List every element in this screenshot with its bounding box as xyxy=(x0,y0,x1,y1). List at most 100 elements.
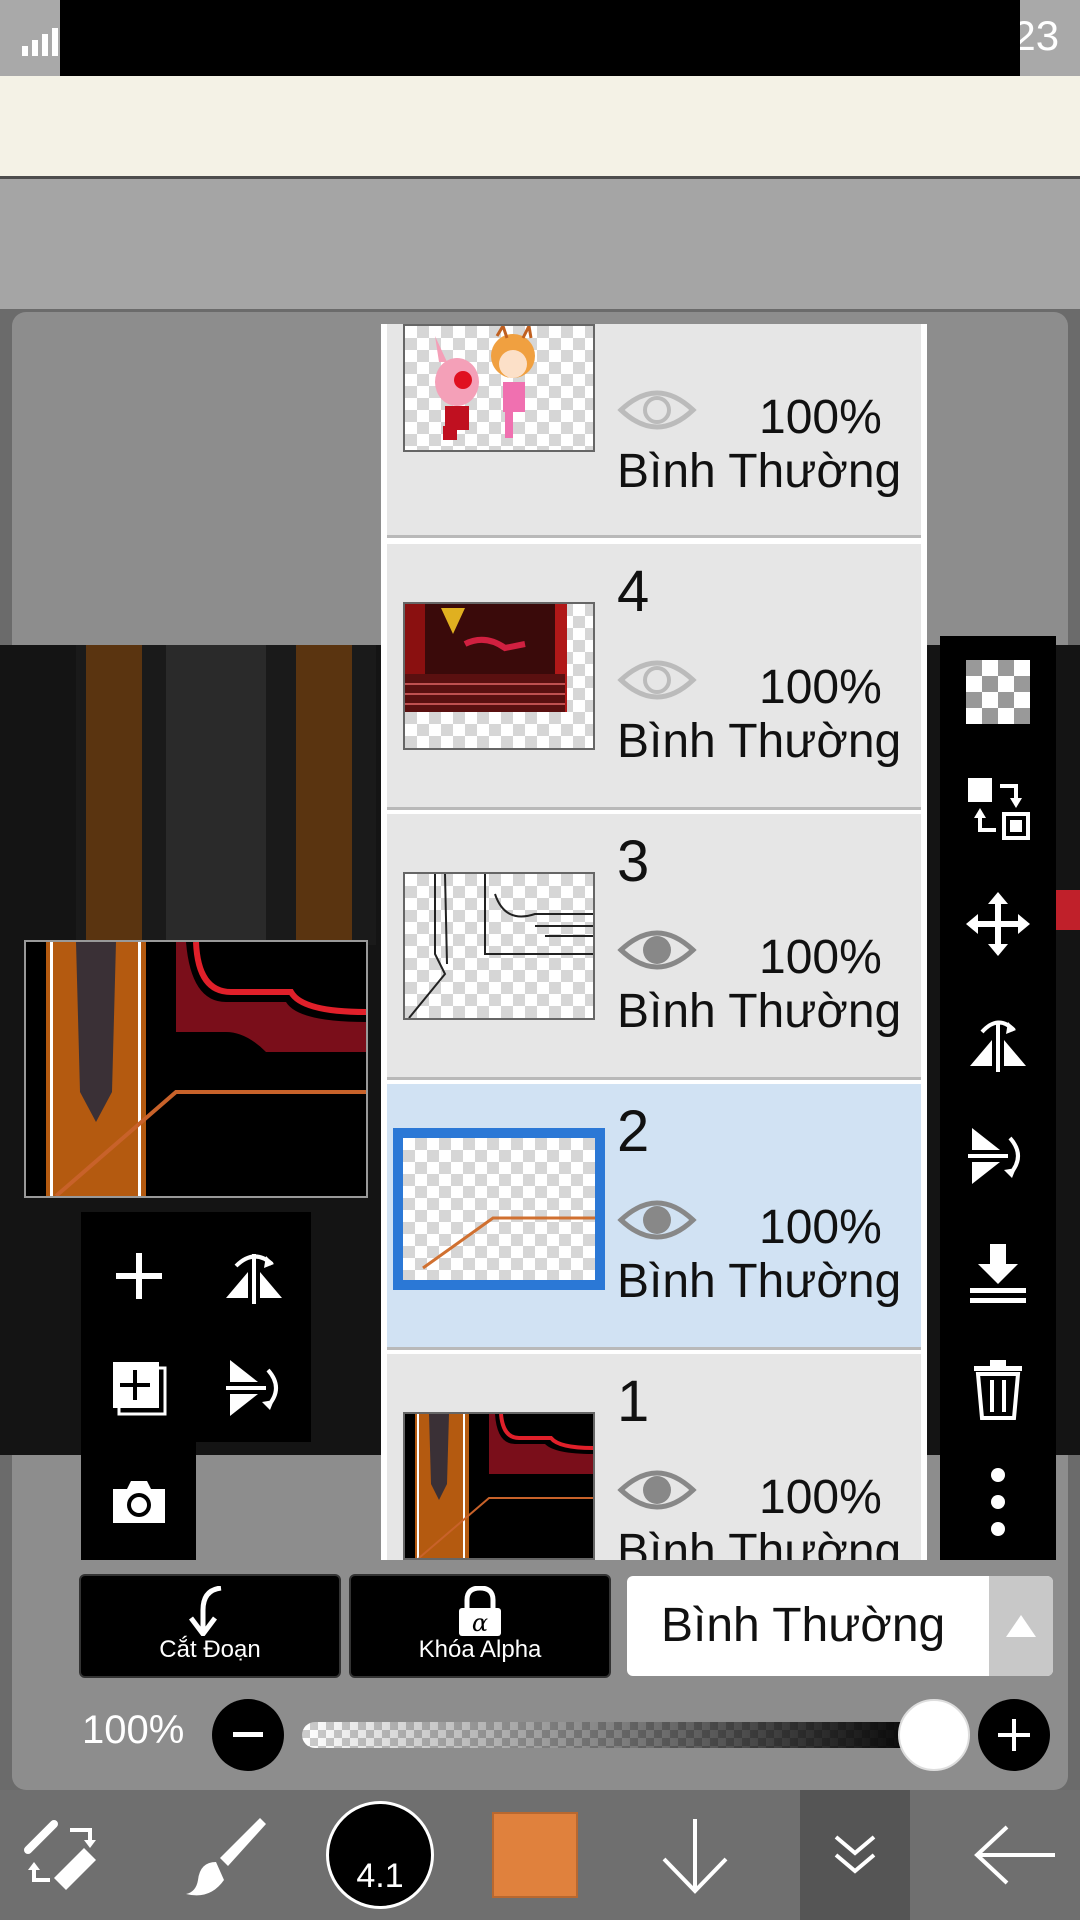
alpha-lock-button[interactable]: α Khóa Alpha xyxy=(349,1574,611,1678)
toolbar-background xyxy=(0,76,1080,176)
layers-panel-button[interactable] xyxy=(800,1790,910,1920)
layer-number: 3 xyxy=(617,829,650,894)
brush-size-indicator: 4.1 xyxy=(326,1801,434,1909)
scroll-down-button[interactable] xyxy=(630,1790,760,1920)
brush-eraser-switch-icon xyxy=(24,1820,96,1890)
camera-button[interactable] xyxy=(99,1462,179,1542)
layer-blend-mode: Bình Thường xyxy=(617,1255,902,1308)
layer-thumbnail-image xyxy=(422,1216,595,1270)
preview-image xyxy=(26,941,367,1198)
more-vertical-icon xyxy=(991,1468,1005,1536)
transform-tool-button[interactable] xyxy=(0,1790,130,1920)
move-icon xyxy=(966,892,1030,956)
arrow-down-icon xyxy=(662,1819,728,1894)
duplicate-icon xyxy=(113,1362,167,1416)
layer-opacity: 100% xyxy=(759,391,882,444)
opacity-decrease-button[interactable] xyxy=(212,1699,284,1771)
duplicate-layer-button[interactable] xyxy=(99,1348,179,1428)
camera-icon xyxy=(113,1481,165,1523)
opacity-value: 100% xyxy=(82,1708,185,1752)
canvas-preview[interactable] xyxy=(24,940,368,1198)
visibility-eye-icon[interactable] xyxy=(617,1192,697,1248)
clipping-button[interactable]: Cắt Đoạn xyxy=(79,1574,341,1678)
arrow-left-icon xyxy=(974,1825,1055,1885)
back-button[interactable] xyxy=(950,1790,1080,1920)
canvas-decoration xyxy=(1056,890,1080,930)
layer-blend-mode: Bình Thường xyxy=(617,715,902,768)
merge-down-icon xyxy=(970,1244,1026,1303)
layer-actions-toolbar xyxy=(940,636,1056,1560)
blend-mode-select[interactable]: Bình Thường xyxy=(627,1576,1053,1676)
bottom-toolbar: 4.1 xyxy=(0,1790,1080,1920)
visibility-eye-icon[interactable] xyxy=(617,1462,697,1518)
layer-thumbnail-image xyxy=(435,326,535,440)
brush-size-button[interactable]: 4.1 xyxy=(320,1790,440,1920)
layers-list[interactable]: 100% Bình Thường 4 100% Bình Thường 3 10… xyxy=(381,324,927,1560)
plus-icon xyxy=(116,1253,162,1299)
clipping-icon xyxy=(189,1586,222,1636)
transparency-button[interactable] xyxy=(958,652,1038,732)
flip-vertical-icon xyxy=(226,1360,278,1416)
brush-icon xyxy=(186,1818,266,1896)
layer-thumbnail-image xyxy=(408,874,593,1018)
layer-thumbnail xyxy=(393,1128,605,1290)
layer-thumbnail-image xyxy=(405,604,567,712)
blend-mode-dropdown-button[interactable] xyxy=(989,1576,1053,1676)
brush-size-value: 4.1 xyxy=(356,1857,404,1895)
merge-down-button[interactable] xyxy=(958,1232,1038,1312)
plus-icon xyxy=(998,1719,1030,1751)
layer-row[interactable]: 3 100% Bình Thường xyxy=(387,814,921,1080)
flip-horizontal-layer-button[interactable] xyxy=(214,1236,294,1316)
workspace-background xyxy=(0,179,1080,309)
clipping-label: Cắt Đoạn xyxy=(159,1636,261,1663)
layer-thumbnail-image xyxy=(405,1414,593,1558)
visibility-eye-icon[interactable] xyxy=(617,652,697,708)
checkerboard-icon xyxy=(966,660,1030,724)
delete-layer-button[interactable] xyxy=(958,1348,1038,1428)
swap-layer-button[interactable] xyxy=(958,768,1038,848)
layer-thumbnail xyxy=(403,602,595,750)
layer-opacity: 100% xyxy=(759,1201,882,1254)
trash-icon xyxy=(974,1360,1022,1420)
layer-tools-panel xyxy=(81,1212,311,1442)
layer-thumbnail xyxy=(403,1412,595,1560)
layer-number: 2 xyxy=(617,1099,650,1164)
svg-text:α: α xyxy=(472,1609,488,1637)
layer-thumbnail xyxy=(403,324,595,452)
swap-icon xyxy=(968,778,1030,840)
add-layer-button[interactable] xyxy=(99,1236,179,1316)
visibility-eye-icon[interactable] xyxy=(617,922,697,978)
opacity-increase-button[interactable] xyxy=(978,1699,1050,1771)
color-picker-button[interactable] xyxy=(480,1790,590,1920)
layer-blend-mode: Bình Thường xyxy=(617,445,902,498)
layer-blend-mode: Bình Thường xyxy=(617,985,902,1038)
more-options-button[interactable] xyxy=(958,1462,1038,1542)
flip-horizontal-icon xyxy=(226,1254,282,1304)
layer-thumbnail xyxy=(403,872,595,1020)
opacity-slider-thumb[interactable] xyxy=(898,1699,970,1771)
layer-opacity: 100% xyxy=(759,1471,882,1524)
layer-row[interactable]: 100% Bình Thường xyxy=(387,324,921,538)
minus-icon xyxy=(233,1732,263,1737)
blend-mode-value: Bình Thường xyxy=(661,1599,946,1652)
layer-tools-panel-bottom xyxy=(81,1442,196,1560)
brush-tool-button[interactable] xyxy=(160,1790,290,1920)
layer-blend-mode: Bình Thường xyxy=(617,1525,902,1560)
visibility-eye-icon[interactable] xyxy=(617,382,697,438)
layer-row[interactable]: 1 100% Bình Thường xyxy=(387,1354,921,1560)
flip-vertical-button[interactable] xyxy=(958,1116,1038,1196)
lock-icon: α xyxy=(459,1586,501,1637)
flip-horizontal-button[interactable] xyxy=(958,1000,1038,1080)
layer-row[interactable]: 4 100% Bình Thường xyxy=(387,544,921,810)
layer-number: 4 xyxy=(617,559,650,624)
current-color-swatch xyxy=(492,1812,578,1898)
flip-vertical-icon xyxy=(968,1128,1020,1184)
flip-horizontal-icon xyxy=(970,1020,1026,1072)
double-chevron-down-icon xyxy=(834,1835,876,1874)
flip-vertical-layer-button[interactable] xyxy=(214,1348,294,1428)
layer-row-selected[interactable]: 2 100% Bình Thường xyxy=(387,1084,921,1350)
layer-opacity: 100% xyxy=(759,931,882,984)
opacity-slider[interactable] xyxy=(302,1722,934,1748)
triangle-up-icon xyxy=(1006,1615,1036,1637)
move-layer-button[interactable] xyxy=(958,884,1038,964)
